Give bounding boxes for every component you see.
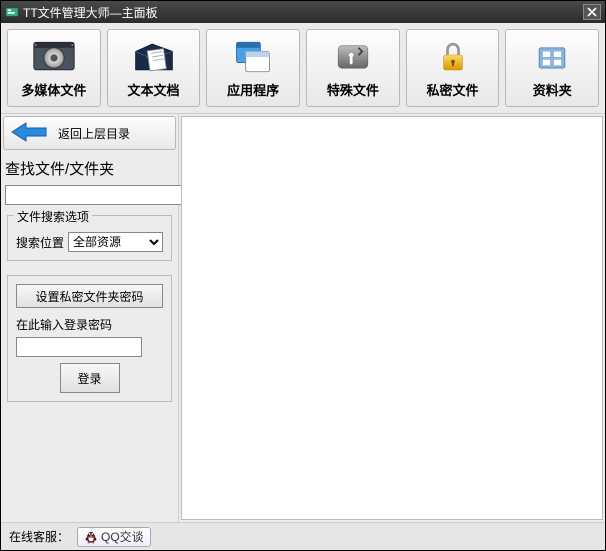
textdoc-icon [132, 38, 176, 76]
search-input[interactable] [5, 185, 188, 205]
qq-chat-button[interactable]: QQ交谈 [77, 527, 151, 547]
window-title: TT文件管理大师—主面板 [23, 4, 583, 21]
toolbar-apps-label: 应用程序 [227, 80, 279, 99]
toolbar-multimedia[interactable]: 多媒体文件 [7, 29, 101, 107]
close-button[interactable] [583, 4, 601, 20]
status-bar: 在线客服： QQ交谈 [1, 522, 605, 550]
location-label: 搜索位置 [16, 234, 64, 251]
special-icon [331, 38, 375, 76]
toolbar-private-label: 私密文件 [427, 80, 479, 99]
folder-icon [530, 38, 574, 76]
qq-chat-label: QQ交谈 [101, 528, 144, 545]
password-input[interactable] [16, 337, 142, 357]
toolbar-apps[interactable]: 应用程序 [206, 29, 300, 107]
search-options-group: 文件搜索选项 搜索位置 全部资源 [7, 215, 172, 261]
toolbar-folder[interactable]: 资料夹 [505, 29, 599, 107]
titlebar: TT文件管理大师—主面板 [1, 1, 605, 23]
side-panel: 返回上层目录 查找文件/文件夹 搜 文件搜索选项 搜索位置 全部资源 设置私密文… [1, 114, 179, 522]
lock-icon [431, 38, 475, 76]
toolbar-multimedia-label: 多媒体文件 [21, 80, 86, 99]
toolbar-textdoc-label: 文本文档 [128, 80, 180, 99]
toolbar-special-label: 特殊文件 [327, 80, 379, 99]
toolbar-special[interactable]: 特殊文件 [306, 29, 400, 107]
toolbar: 多媒体文件 文本文档 应用程序 特殊文件 私密文件 [1, 23, 605, 114]
body: 返回上层目录 查找文件/文件夹 搜 文件搜索选项 搜索位置 全部资源 设置私密文… [1, 114, 605, 522]
toolbar-textdoc[interactable]: 文本文档 [107, 29, 201, 107]
multimedia-icon [32, 38, 76, 76]
status-label: 在线客服： [9, 528, 69, 545]
back-label: 返回上层目录 [58, 125, 130, 142]
toolbar-folder-label: 资料夹 [533, 80, 572, 99]
main-window: TT文件管理大师—主面板 多媒体文件 文本文档 应用程序 [0, 0, 606, 551]
login-group: 设置私密文件夹密码 在此输入登录密码 登录 [7, 275, 172, 402]
search-row: 搜 [3, 185, 176, 205]
content-area [181, 116, 603, 520]
password-hint: 在此输入登录密码 [16, 316, 163, 333]
qq-icon [84, 530, 98, 544]
search-options-legend: 文件搜索选项 [14, 208, 92, 225]
back-arrow-icon [10, 121, 50, 146]
location-select[interactable]: 全部资源 [68, 232, 163, 252]
login-button[interactable]: 登录 [60, 363, 120, 393]
toolbar-private[interactable]: 私密文件 [406, 29, 500, 107]
set-password-button[interactable]: 设置私密文件夹密码 [16, 284, 163, 308]
app-icon [5, 5, 19, 19]
apps-icon [231, 38, 275, 76]
search-title: 查找文件/文件夹 [3, 156, 176, 179]
back-button[interactable]: 返回上层目录 [3, 116, 176, 150]
